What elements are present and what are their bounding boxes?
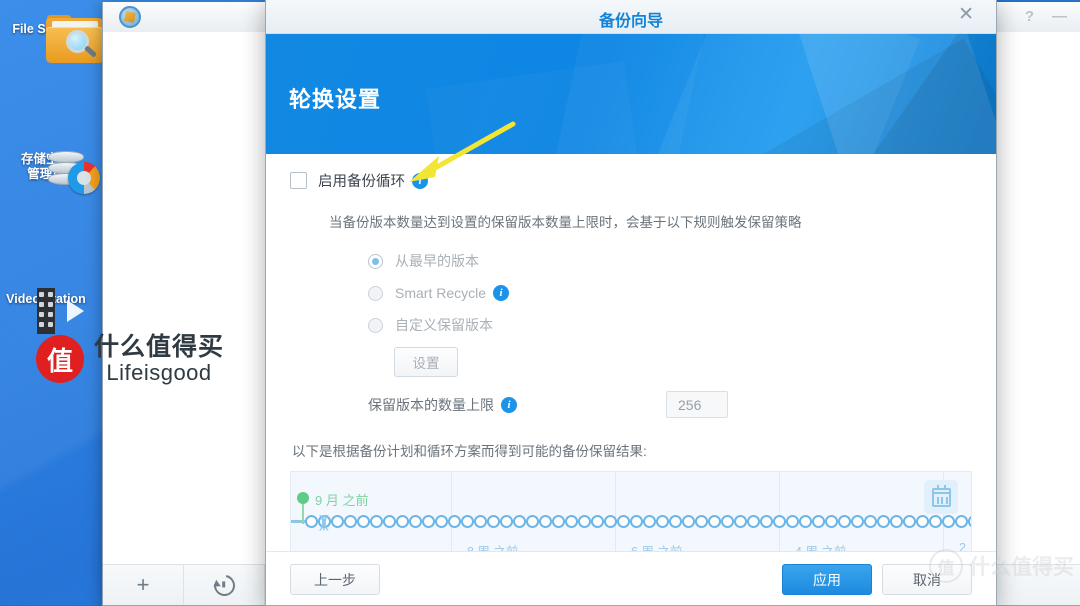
dialog-content: 启用备份循环 i 当备份版本数量达到设置的保留版本数量上限时，会基于以下规则触发… [266, 153, 996, 567]
plus-icon: + [136, 572, 150, 597]
version-limit-input[interactable]: 256 [666, 391, 728, 418]
version-limit-label: 保留版本的数量上限 [368, 396, 494, 413]
desktop-icon-file-station[interactable]: File Station [0, 15, 104, 63]
radio-option-custom[interactable]: 自定义保留版本 [368, 309, 972, 341]
history-clock-icon [209, 570, 239, 600]
backup-restore-icon [119, 6, 141, 28]
radio-smart-recycle[interactable] [368, 285, 383, 301]
radio-custom-retention[interactable] [368, 317, 383, 333]
minimize-icon[interactable]: — [1052, 8, 1067, 25]
retention-rule-options: 从最早的版本 Smart Recycle i 自定义保留版本 设置 [368, 245, 972, 377]
radio-earliest[interactable] [368, 253, 383, 269]
history-button[interactable] [184, 565, 265, 605]
info-icon[interactable]: i [412, 172, 428, 189]
dialog-footer: 上一步 应用 取消 [266, 551, 996, 605]
preview-label: 以下是根据备份计划和循环方案而得到可能的备份保留结果: [292, 444, 647, 459]
desktop-icon-dock: File Station 存储空间 管理员 Video Station [0, 0, 104, 605]
corner-watermark-badge: 值 [929, 549, 963, 583]
watermark-line2: Lifeisgood [106, 360, 212, 385]
dialog-title: 备份向导 [598, 13, 663, 30]
radio-option-earliest[interactable]: 从最早的版本 [368, 245, 972, 277]
enable-backup-rotation-checkbox[interactable] [290, 172, 307, 189]
previous-button[interactable]: 上一步 [290, 564, 380, 595]
dialog-header-banner: 轮换设置 [266, 34, 996, 154]
close-icon[interactable]: ✕ [958, 5, 974, 25]
timeline-dots [305, 513, 971, 530]
version-limit-row: 保留版本的数量上限 i 256 [368, 391, 972, 418]
timeline-marker-label: 9 月 之前 [315, 493, 369, 508]
radio-option-label: 自定义保留版本 [395, 317, 493, 333]
enable-backup-rotation-label: 启用备份循环 [318, 174, 405, 190]
desktop-icon-storage-manager[interactable]: 存储空间 管理员 [0, 148, 100, 194]
radio-option-label: Smart Recycle [395, 285, 487, 301]
desktop-icon-video-station[interactable]: Video Station [0, 288, 92, 334]
enable-backup-rotation-row[interactable]: 启用备份循环 i [290, 170, 972, 191]
apply-button[interactable]: 应用 [782, 564, 872, 595]
watermark-badge: 值 [36, 335, 84, 384]
settings-button[interactable]: 设置 [394, 347, 458, 377]
timeline-break-icon: )|( [319, 512, 329, 531]
calendar-icon [931, 484, 951, 507]
watermark-line1: 什么值得买 [94, 333, 225, 361]
corner-watermark: 值 什么值得买 [929, 549, 1074, 583]
calendar-button[interactable] [924, 480, 958, 514]
question-mark-icon[interactable]: ? [1025, 8, 1034, 25]
add-button[interactable]: + [103, 565, 184, 605]
info-icon[interactable]: i [493, 285, 510, 301]
backup-wizard-dialog: 备份向导 ✕ 轮换设置 启用备份循环 i 当备份版本数量达到设置的保留版本数量上… [265, 0, 997, 606]
corner-watermark-text: 什么值得买 [969, 556, 1074, 579]
radio-option-smart-recycle[interactable]: Smart Recycle i [368, 277, 972, 309]
dialog-titlebar: 备份向导 ✕ [266, 0, 996, 34]
info-icon[interactable]: i [501, 396, 517, 413]
watermark-logo: 值 什么值得买 Lifeisgood [36, 334, 224, 385]
page-title: 轮换设置 [289, 87, 382, 112]
rotation-description: 当备份版本数量达到设置的保留版本数量上限时，会基于以下规则触发保留策略 [329, 215, 802, 230]
radio-option-label: 从最早的版本 [395, 253, 479, 269]
